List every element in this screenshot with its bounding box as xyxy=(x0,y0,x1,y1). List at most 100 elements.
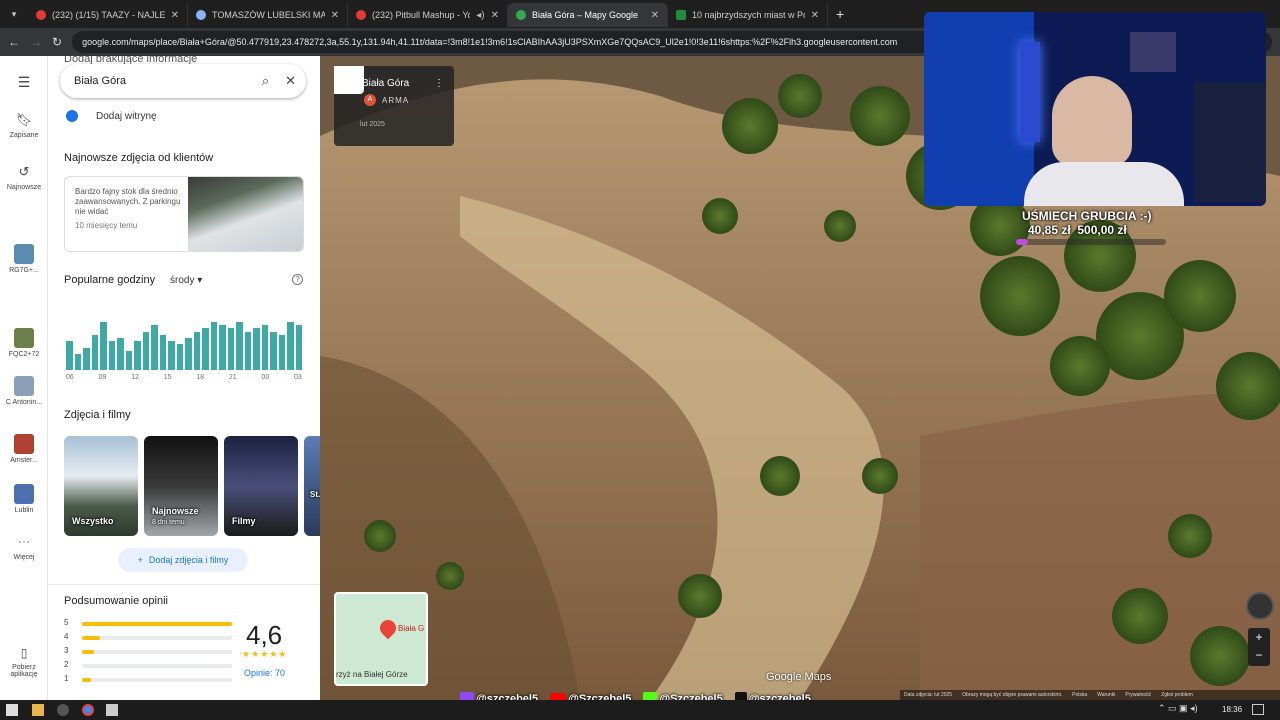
popular-times-bar[interactable] xyxy=(244,331,251,370)
start-icon[interactable] xyxy=(6,704,18,716)
explorer-icon[interactable] xyxy=(32,704,44,716)
rail-item-recent-place[interactable]: Amster... xyxy=(0,434,48,464)
rail-item-saved[interactable]: 🔖︎ Zapisane xyxy=(0,112,48,139)
browser-tab-3[interactable]: (232) Pitbull Mashup - You ◂) ✕ xyxy=(348,3,508,27)
popular-times-bar[interactable] xyxy=(236,322,243,370)
rail-item-get-app[interactable]: ▯ Pobierz aplikację xyxy=(0,646,48,678)
forward-icon[interactable]: → xyxy=(30,35,42,49)
place-thumbnail xyxy=(14,376,34,396)
popular-times-bar[interactable] xyxy=(176,344,183,370)
popular-times-bar[interactable] xyxy=(253,328,260,370)
compass-icon[interactable] xyxy=(1246,592,1274,620)
rating-bar[interactable] xyxy=(82,622,232,626)
popular-times-bar[interactable] xyxy=(287,322,294,370)
add-website-link[interactable]: Dodaj witrynę xyxy=(96,111,157,122)
tile-label: Wszystko xyxy=(72,516,114,526)
popular-times-bar[interactable] xyxy=(83,347,90,370)
customer-photo-card[interactable]: Bardzo fajny stok dla średnio zaawansowa… xyxy=(64,176,304,252)
add-photos-button[interactable]: + Dodaj zdjęcia i filmy xyxy=(118,548,248,572)
footer-privacy[interactable]: Prywatność xyxy=(1125,692,1151,698)
popular-times-bar[interactable] xyxy=(210,322,217,370)
popular-times-bar[interactable] xyxy=(295,325,302,370)
youtube-icon xyxy=(36,10,46,20)
app-icon[interactable] xyxy=(106,704,118,716)
help-icon[interactable]: ? xyxy=(292,274,303,285)
more-vert-icon[interactable]: ⋮ xyxy=(434,78,444,89)
footer-country[interactable]: Polska xyxy=(1072,692,1087,698)
popular-times-bar[interactable] xyxy=(168,341,175,370)
author-name[interactable]: ARMA xyxy=(382,96,409,105)
mute-icon[interactable]: ◂) xyxy=(476,10,484,21)
popular-times-bar[interactable] xyxy=(142,331,149,370)
rail-item-recent-place[interactable]: RG7G+... xyxy=(0,244,48,274)
popular-times-bar[interactable] xyxy=(193,331,200,370)
close-icon[interactable]: ✕ xyxy=(285,73,296,89)
back-icon[interactable]: ← xyxy=(8,35,20,49)
rail-item-more[interactable]: ··· Więcej xyxy=(0,534,48,561)
popular-times-bar[interactable] xyxy=(270,331,277,370)
menu-icon[interactable]: ☰ xyxy=(0,74,48,91)
popular-times-bar[interactable] xyxy=(125,350,132,370)
tab-search-icon[interactable]: ▾ xyxy=(0,9,28,20)
photo-tile-more[interactable]: St... xyxy=(304,436,320,536)
rating-bar[interactable] xyxy=(82,636,232,640)
close-icon[interactable]: ✕ xyxy=(811,10,819,21)
place-info-card[interactable]: Biała Góra A ARMA lut 2025 ⋮ xyxy=(334,66,454,146)
tray-icons[interactable]: ⌃ ▭ ▣ ◂) xyxy=(1158,703,1198,714)
popular-times-bar[interactable] xyxy=(100,322,107,370)
new-tab-button[interactable]: + xyxy=(828,6,852,22)
day-select[interactable]: środy ▾ xyxy=(170,275,202,286)
footer-terms[interactable]: Warunki xyxy=(1097,692,1115,698)
popular-times-bar[interactable] xyxy=(108,341,115,370)
app-icon[interactable] xyxy=(57,704,69,716)
rating-bar[interactable] xyxy=(82,664,232,668)
place-thumbnail xyxy=(14,434,34,454)
popular-times-bar[interactable] xyxy=(159,334,166,370)
browser-tab-2[interactable]: TOMASZÓW LUBELSKI MAPY G ✕ xyxy=(188,3,348,27)
popular-times-bar[interactable] xyxy=(74,354,81,370)
zoom-out-button[interactable]: − xyxy=(1248,646,1270,664)
browser-tab-1[interactable]: (232) (1/15) TAAZY - NAJLEPSZ ✕ xyxy=(28,3,188,27)
rail-item-recent-place[interactable]: Lublin xyxy=(0,484,48,514)
tile-label: Najnowsze xyxy=(152,506,199,516)
clock[interactable]: 18:36 xyxy=(1222,705,1242,714)
chrome-taskbar-icon[interactable] xyxy=(82,704,94,716)
popular-times-bar[interactable] xyxy=(117,338,124,370)
popular-times-bar[interactable] xyxy=(227,328,234,370)
tile-sub: 8 dni temu xyxy=(152,519,185,526)
close-icon[interactable]: ✕ xyxy=(491,10,499,21)
popular-times-bar[interactable] xyxy=(219,325,226,370)
footer-report[interactable]: Zgłoś problem xyxy=(1161,692,1193,698)
popular-times-bar[interactable] xyxy=(185,338,192,370)
reload-icon[interactable]: ↻ xyxy=(52,35,62,49)
popular-times-bar[interactable] xyxy=(261,325,268,370)
popular-times-bar[interactable] xyxy=(151,325,158,370)
browser-tab-5[interactable]: 10 najbrzydszych miast w Polsc ✕ xyxy=(668,3,828,27)
photo-tile-latest[interactable]: Najnowsze 8 dni temu xyxy=(144,436,218,536)
reviews-count-link[interactable]: Opinie: 70 xyxy=(244,668,285,678)
rating-bar[interactable] xyxy=(82,678,232,682)
popular-times-bar[interactable] xyxy=(202,328,209,370)
search-input[interactable]: Biała Góra xyxy=(74,75,262,87)
close-icon[interactable]: ✕ xyxy=(651,10,659,21)
thumbnail-toggle[interactable] xyxy=(334,66,364,94)
popular-times-bar[interactable] xyxy=(134,341,141,370)
mini-map[interactable]: Biała G rzyż na Białej Górze xyxy=(334,592,428,686)
popular-times-bar[interactable] xyxy=(91,334,98,370)
browser-tab-4[interactable]: Biała Góra – Mapy Google ✕ xyxy=(508,3,668,27)
search-box[interactable]: Biała Góra ⌕ ✕ xyxy=(60,64,306,98)
zoom-in-button[interactable]: + xyxy=(1248,628,1270,646)
search-icon[interactable]: ⌕ xyxy=(262,73,269,89)
rating-value: 4,6 xyxy=(246,620,283,650)
close-icon[interactable]: ✕ xyxy=(171,10,179,21)
photo-tile-videos[interactable]: Filmy xyxy=(224,436,298,536)
photo-tile-all[interactable]: Wszystko xyxy=(64,436,138,536)
close-icon[interactable]: ✕ xyxy=(331,10,339,21)
popular-times-bar[interactable] xyxy=(278,334,285,370)
rail-item-recent-place[interactable]: FQC2+72 xyxy=(0,328,48,358)
rail-item-recent[interactable]: ↺ Najnowsze xyxy=(0,164,48,191)
rail-item-recent-place[interactable]: C Antonin... xyxy=(0,376,48,406)
popular-times-bar[interactable] xyxy=(66,341,73,370)
rating-bar[interactable] xyxy=(82,650,232,654)
notifications-icon[interactable] xyxy=(1252,704,1264,715)
